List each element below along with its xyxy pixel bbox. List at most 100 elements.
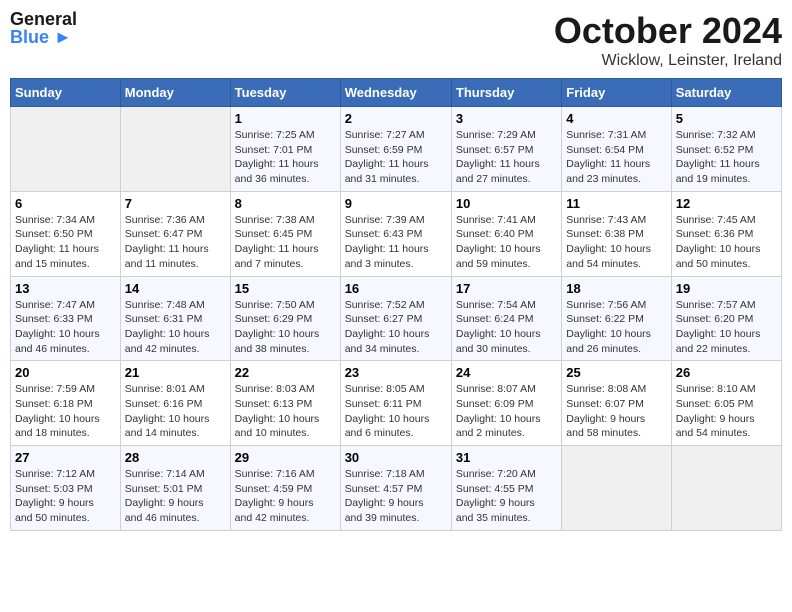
calendar-cell: 31 Sunrise: 7:20 AM Sunset: 4:55 PM Dayli… bbox=[451, 446, 561, 531]
day-detail: Sunrise: 7:16 AM Sunset: 4:59 PM Dayligh… bbox=[235, 467, 336, 526]
day-detail: Sunrise: 7:43 AM Sunset: 6:38 PM Dayligh… bbox=[566, 213, 666, 272]
calendar-cell: 30Sunrise: 7:18 AM Sunset: 4:57 PM Dayli… bbox=[340, 446, 451, 531]
week-row-5: 27 Sunrise: 7:12 AM Sunset: 5:03 PM Dayli… bbox=[11, 446, 782, 531]
day-number: 10 bbox=[456, 196, 557, 211]
day-detail: Sunrise: 7:56 AM Sunset: 6:22 PM Dayligh… bbox=[566, 298, 666, 357]
day-detail: Sunrise: 7:27 AM Sunset: 6:59 PM Dayligh… bbox=[345, 128, 447, 187]
calendar-cell bbox=[120, 107, 230, 192]
month-title: October 2024 bbox=[554, 10, 782, 52]
calendar-cell: 7 Sunrise: 7:36 AM Sunset: 6:47 PM Daylig… bbox=[120, 191, 230, 276]
day-number: 8 bbox=[235, 196, 336, 211]
header-tuesday: Tuesday bbox=[230, 79, 340, 107]
day-detail: Sunrise: 7:39 AM Sunset: 6:43 PM Dayligh… bbox=[345, 213, 447, 272]
calendar-cell: 26Sunrise: 8:10 AM Sunset: 6:05 PM Dayli… bbox=[671, 361, 781, 446]
calendar-cell: 15 Sunrise: 7:50 AM Sunset: 6:29 PM Dayli… bbox=[230, 276, 340, 361]
calendar-cell: 10Sunrise: 7:41 AM Sunset: 6:40 PM Dayli… bbox=[451, 191, 561, 276]
day-number: 12 bbox=[676, 196, 777, 211]
day-number: 19 bbox=[676, 281, 777, 296]
calendar-cell: 18Sunrise: 7:56 AM Sunset: 6:22 PM Dayli… bbox=[562, 276, 671, 361]
header-wednesday: Wednesday bbox=[340, 79, 451, 107]
calendar-cell bbox=[671, 446, 781, 531]
day-detail: Sunrise: 8:01 AM Sunset: 6:16 PM Dayligh… bbox=[125, 382, 226, 441]
week-row-2: 6 Sunrise: 7:34 AM Sunset: 6:50 PM Daylig… bbox=[11, 191, 782, 276]
title-area: October 2024 Wicklow, Leinster, Ireland bbox=[554, 10, 782, 70]
day-detail: Sunrise: 8:05 AM Sunset: 6:11 PM Dayligh… bbox=[345, 382, 447, 441]
calendar-cell: 11 Sunrise: 7:43 AM Sunset: 6:38 PM Dayli… bbox=[562, 191, 671, 276]
logo: General Blue ► bbox=[10, 10, 77, 46]
calendar-cell: 2Sunrise: 7:27 AM Sunset: 6:59 PM Daylig… bbox=[340, 107, 451, 192]
day-number: 11 bbox=[566, 196, 666, 211]
day-number: 21 bbox=[125, 365, 226, 380]
day-detail: Sunrise: 7:54 AM Sunset: 6:24 PM Dayligh… bbox=[456, 298, 557, 357]
day-number: 9 bbox=[345, 196, 447, 211]
day-detail: Sunrise: 7:29 AM Sunset: 6:57 PM Dayligh… bbox=[456, 128, 557, 187]
day-detail: Sunrise: 7:14 AM Sunset: 5:01 PM Dayligh… bbox=[125, 467, 226, 526]
week-row-4: 20 Sunrise: 7:59 AM Sunset: 6:18 PM Dayli… bbox=[11, 361, 782, 446]
calendar-cell: 13 Sunrise: 7:47 AM Sunset: 6:33 PM Dayli… bbox=[11, 276, 121, 361]
day-detail: Sunrise: 7:25 AM Sunset: 7:01 PM Dayligh… bbox=[235, 128, 336, 187]
day-number: 29 bbox=[235, 450, 336, 465]
calendar-cell: 12Sunrise: 7:45 AM Sunset: 6:36 PM Dayli… bbox=[671, 191, 781, 276]
calendar-cell bbox=[11, 107, 121, 192]
calendar-cell: 14Sunrise: 7:48 AM Sunset: 6:31 PM Dayli… bbox=[120, 276, 230, 361]
day-number: 4 bbox=[566, 111, 666, 126]
calendar-cell: 1 Sunrise: 7:25 AM Sunset: 7:01 PM Daylig… bbox=[230, 107, 340, 192]
calendar-table: SundayMondayTuesdayWednesdayThursdayFrid… bbox=[10, 78, 782, 531]
page-header: General Blue ► October 2024 Wicklow, Lei… bbox=[10, 10, 782, 70]
header-thursday: Thursday bbox=[451, 79, 561, 107]
calendar-cell: 22Sunrise: 8:03 AM Sunset: 6:13 PM Dayli… bbox=[230, 361, 340, 446]
day-number: 27 bbox=[15, 450, 116, 465]
location: Wicklow, Leinster, Ireland bbox=[554, 52, 782, 70]
calendar-cell: 8 Sunrise: 7:38 AM Sunset: 6:45 PM Daylig… bbox=[230, 191, 340, 276]
day-detail: Sunrise: 8:10 AM Sunset: 6:05 PM Dayligh… bbox=[676, 382, 777, 441]
calendar-cell: 5Sunrise: 7:32 AM Sunset: 6:52 PM Daylig… bbox=[671, 107, 781, 192]
calendar-cell: 4 Sunrise: 7:31 AM Sunset: 6:54 PM Daylig… bbox=[562, 107, 671, 192]
day-detail: Sunrise: 7:12 AM Sunset: 5:03 PM Dayligh… bbox=[15, 467, 116, 526]
day-detail: Sunrise: 7:38 AM Sunset: 6:45 PM Dayligh… bbox=[235, 213, 336, 272]
calendar-cell: 9 Sunrise: 7:39 AM Sunset: 6:43 PM Daylig… bbox=[340, 191, 451, 276]
day-detail: Sunrise: 8:03 AM Sunset: 6:13 PM Dayligh… bbox=[235, 382, 336, 441]
day-number: 7 bbox=[125, 196, 226, 211]
day-number: 5 bbox=[676, 111, 777, 126]
day-number: 1 bbox=[235, 111, 336, 126]
day-number: 20 bbox=[15, 365, 116, 380]
day-detail: Sunrise: 7:59 AM Sunset: 6:18 PM Dayligh… bbox=[15, 382, 116, 441]
day-number: 6 bbox=[15, 196, 116, 211]
calendar-cell: 27 Sunrise: 7:12 AM Sunset: 5:03 PM Dayli… bbox=[11, 446, 121, 531]
calendar-cell: 28 Sunrise: 7:14 AM Sunset: 5:01 PM Dayli… bbox=[120, 446, 230, 531]
day-detail: Sunrise: 8:07 AM Sunset: 6:09 PM Dayligh… bbox=[456, 382, 557, 441]
calendar-cell: 6 Sunrise: 7:34 AM Sunset: 6:50 PM Daylig… bbox=[11, 191, 121, 276]
day-number: 31 bbox=[456, 450, 557, 465]
day-detail: Sunrise: 7:50 AM Sunset: 6:29 PM Dayligh… bbox=[235, 298, 336, 357]
week-row-1: 1 Sunrise: 7:25 AM Sunset: 7:01 PM Daylig… bbox=[11, 107, 782, 192]
day-detail: Sunrise: 7:57 AM Sunset: 6:20 PM Dayligh… bbox=[676, 298, 777, 357]
day-number: 28 bbox=[125, 450, 226, 465]
calendar-cell: 3 Sunrise: 7:29 AM Sunset: 6:57 PM Daylig… bbox=[451, 107, 561, 192]
calendar-cell: 21 Sunrise: 8:01 AM Sunset: 6:16 PM Dayli… bbox=[120, 361, 230, 446]
calendar-cell: 23 Sunrise: 8:05 AM Sunset: 6:11 PM Dayli… bbox=[340, 361, 451, 446]
day-number: 13 bbox=[15, 281, 116, 296]
calendar-cell: 20 Sunrise: 7:59 AM Sunset: 6:18 PM Dayli… bbox=[11, 361, 121, 446]
day-detail: Sunrise: 7:36 AM Sunset: 6:47 PM Dayligh… bbox=[125, 213, 226, 272]
day-detail: Sunrise: 7:20 AM Sunset: 4:55 PM Dayligh… bbox=[456, 467, 557, 526]
calendar-cell: 29 Sunrise: 7:16 AM Sunset: 4:59 PM Dayli… bbox=[230, 446, 340, 531]
day-number: 24 bbox=[456, 365, 557, 380]
day-number: 3 bbox=[456, 111, 557, 126]
calendar-cell: 19 Sunrise: 7:57 AM Sunset: 6:20 PM Dayli… bbox=[671, 276, 781, 361]
week-row-3: 13 Sunrise: 7:47 AM Sunset: 6:33 PM Dayli… bbox=[11, 276, 782, 361]
day-detail: Sunrise: 7:18 AM Sunset: 4:57 PM Dayligh… bbox=[345, 467, 447, 526]
calendar-cell: 16 Sunrise: 7:52 AM Sunset: 6:27 PM Dayli… bbox=[340, 276, 451, 361]
day-detail: Sunrise: 7:31 AM Sunset: 6:54 PM Dayligh… bbox=[566, 128, 666, 187]
day-detail: Sunrise: 8:08 AM Sunset: 6:07 PM Dayligh… bbox=[566, 382, 666, 441]
calendar-cell: 24 Sunrise: 8:07 AM Sunset: 6:09 PM Dayli… bbox=[451, 361, 561, 446]
header-monday: Monday bbox=[120, 79, 230, 107]
day-detail: Sunrise: 7:52 AM Sunset: 6:27 PM Dayligh… bbox=[345, 298, 447, 357]
day-number: 15 bbox=[235, 281, 336, 296]
day-number: 16 bbox=[345, 281, 447, 296]
header-sunday: Sunday bbox=[11, 79, 121, 107]
header-friday: Friday bbox=[562, 79, 671, 107]
day-detail: Sunrise: 7:47 AM Sunset: 6:33 PM Dayligh… bbox=[15, 298, 116, 357]
day-number: 23 bbox=[345, 365, 447, 380]
calendar-cell: 17Sunrise: 7:54 AM Sunset: 6:24 PM Dayli… bbox=[451, 276, 561, 361]
day-detail: Sunrise: 7:34 AM Sunset: 6:50 PM Dayligh… bbox=[15, 213, 116, 272]
